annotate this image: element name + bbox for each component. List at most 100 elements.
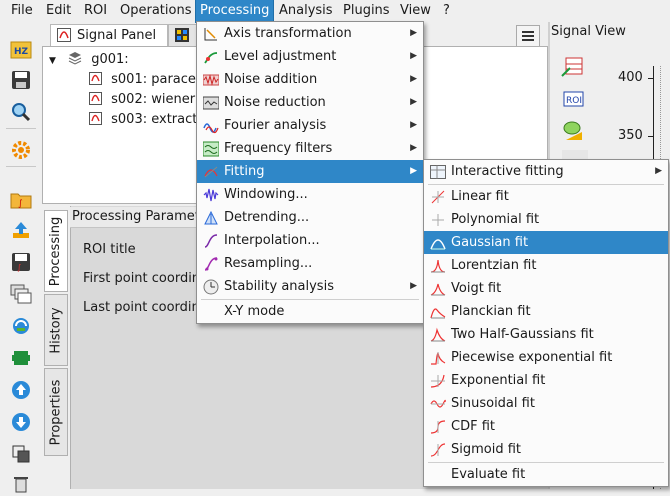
menu-item-two-half-gaussians-fit[interactable]: Two Half-Gaussians fit — [424, 323, 668, 346]
signal-label: s002: wiener(s — [111, 92, 207, 107]
menu-item-linear-fit[interactable]: Linear fit — [424, 185, 668, 208]
menu-item-fourier-analysis[interactable]: Fourier analysis ▶ — [197, 114, 423, 137]
roi-title-label: ROI title — [83, 242, 136, 257]
svg-text:HZ: HZ — [14, 47, 29, 57]
copy-icon[interactable] — [9, 442, 33, 466]
noise-add-icon — [202, 72, 220, 88]
signal-icon — [89, 72, 102, 85]
tree-item[interactable]: s001: paraceta — [89, 70, 209, 90]
interpolation-icon — [203, 233, 219, 249]
fourier-icon — [203, 118, 219, 134]
menu-roi[interactable]: ROI — [80, 0, 111, 22]
tab-history-label: History — [48, 306, 64, 354]
menu-processing[interactable]: Processing — [194, 0, 275, 23]
menu-item-stability-analysis[interactable]: Stability analysis ▶ — [197, 275, 423, 298]
menu-item-exponential-fit[interactable]: Exponential fit — [424, 369, 668, 392]
menu-edit[interactable]: Edit — [42, 0, 75, 22]
menu-item-planckian-fit[interactable]: Planckian fit — [424, 300, 668, 323]
menubar: File Edit ROI Operations Processing Anal… — [0, 0, 670, 23]
menu-item-polynomial-fit[interactable]: Polynomial fit — [424, 208, 668, 231]
collapse-arrow-icon[interactable]: ▼ — [49, 56, 56, 66]
menu-item-piecewise-exponential-fit[interactable]: Piecewise exponential fit — [424, 346, 668, 369]
tree-item[interactable]: s002: wiener(s — [89, 90, 207, 110]
sigmoid-fit-icon — [430, 442, 446, 458]
upload-icon[interactable] — [9, 218, 33, 242]
axis-icon — [203, 26, 219, 42]
save-icon[interactable] — [9, 68, 33, 92]
cdf-fit-icon — [430, 419, 446, 435]
tab-processing-label: Processing — [48, 216, 64, 286]
menu-item-windowing[interactable]: Windowing... — [197, 183, 423, 206]
search-icon[interactable] — [9, 100, 33, 124]
windowing-icon — [203, 187, 219, 203]
stability-icon — [203, 279, 219, 295]
new-signal-icon[interactable]: HZ — [9, 38, 33, 62]
tab-label: Signal Panel — [77, 28, 157, 43]
signal-icon — [89, 92, 102, 105]
tab-processing[interactable]: Processing — [44, 210, 68, 292]
delete-icon[interactable] — [9, 472, 33, 496]
menu-item-sigmoid-fit[interactable]: Sigmoid fit — [424, 438, 668, 461]
menu-item-noise-reduction[interactable]: Noise reduction ▶ — [197, 91, 423, 114]
noise-reduction-icon — [202, 95, 220, 111]
tab-properties[interactable]: Properties — [44, 368, 68, 456]
annotation-icon[interactable] — [562, 120, 586, 148]
menu-item-detrending[interactable]: Detrending... — [197, 206, 423, 229]
tree-group[interactable]: ▼ g001: — [49, 50, 129, 70]
refresh-icon[interactable] — [9, 314, 33, 338]
open-folder-icon[interactable]: ∫ — [9, 188, 33, 212]
voigt-fit-icon — [430, 281, 446, 297]
menu-item-interpolation[interactable]: Interpolation... — [197, 229, 423, 252]
tab-signal-panel[interactable]: Signal Panel — [50, 24, 168, 47]
polynomial-fit-icon — [430, 212, 446, 228]
first-point-label: First point coordina — [83, 271, 209, 286]
menu-item-gaussian-fit[interactable]: Gaussian fit — [424, 231, 668, 254]
menu-item-lorentzian-fit[interactable]: Lorentzian fit — [424, 254, 668, 277]
y-tick-400: 400 — [618, 70, 643, 85]
menu-item-voigt-fit[interactable]: Voigt fit — [424, 277, 668, 300]
image-tab-icon — [175, 28, 189, 47]
signal-label: s001: paraceta — [111, 72, 209, 87]
duplicate-icon[interactable] — [9, 282, 33, 306]
menu-item-sinusoidal-fit[interactable]: Sinusoidal fit — [424, 392, 668, 415]
plot-tool-icon[interactable] — [560, 56, 584, 84]
processing-header-label: Processing Paramete — [72, 209, 208, 224]
menu-view[interactable]: View — [396, 0, 435, 22]
list-icon — [522, 31, 534, 41]
menu-help[interactable]: ? — [439, 0, 454, 22]
filter-icon — [202, 141, 220, 157]
save-signal-icon[interactable]: ∫ — [9, 250, 33, 274]
exponential-fit-icon — [430, 373, 446, 389]
menu-item-xy-mode[interactable]: X-Y mode — [197, 300, 423, 323]
menu-item-resampling[interactable]: Resampling... — [197, 252, 423, 275]
menu-plugins[interactable]: Plugins — [339, 0, 394, 22]
resampling-icon — [203, 256, 219, 272]
menu-item-level-adjustment[interactable]: Level adjustment ▶ — [197, 45, 423, 68]
list-view-button[interactable] — [516, 25, 540, 47]
fitting-submenu: Interactive fitting ▶ Linear fit Polynomi… — [423, 159, 669, 487]
tree-item[interactable]: s003: extract_ — [89, 110, 204, 130]
processing-menu: Axis transformation ▶ Level adjustment ▶ N… — [196, 21, 424, 324]
menu-item-cdf-fit[interactable]: CDF fit — [424, 415, 668, 438]
menu-item-fitting[interactable]: Fitting ▶ — [197, 160, 423, 183]
menu-item-noise-addition[interactable]: Noise addition ▶ — [197, 68, 423, 91]
menu-file[interactable]: File — [7, 0, 37, 22]
menu-item-frequency-filters[interactable]: Frequency filters ▶ — [197, 137, 423, 160]
piecewise-exponential-icon — [430, 350, 446, 366]
menu-item-axis-transformation[interactable]: Axis transformation ▶ — [197, 22, 423, 45]
signal-tab-icon — [57, 28, 71, 47]
move-down-icon[interactable] — [9, 410, 33, 434]
menu-item-interactive-fitting[interactable]: Interactive fitting ▶ — [424, 160, 668, 183]
level-icon — [203, 49, 219, 65]
tab-history[interactable]: History — [44, 294, 68, 366]
menu-item-evaluate-fit[interactable]: Evaluate fit — [424, 463, 668, 486]
signal-icon — [89, 112, 102, 125]
menu-operations[interactable]: Operations — [116, 0, 195, 22]
side-tabbar: Processing History Properties — [44, 210, 70, 489]
settings-icon[interactable] — [9, 138, 33, 162]
layers-icon — [68, 51, 82, 65]
plugin-icon[interactable] — [9, 346, 33, 370]
roi-icon[interactable]: ROI — [562, 89, 586, 113]
menu-analysis[interactable]: Analysis — [275, 0, 337, 22]
move-up-icon[interactable] — [9, 378, 33, 402]
